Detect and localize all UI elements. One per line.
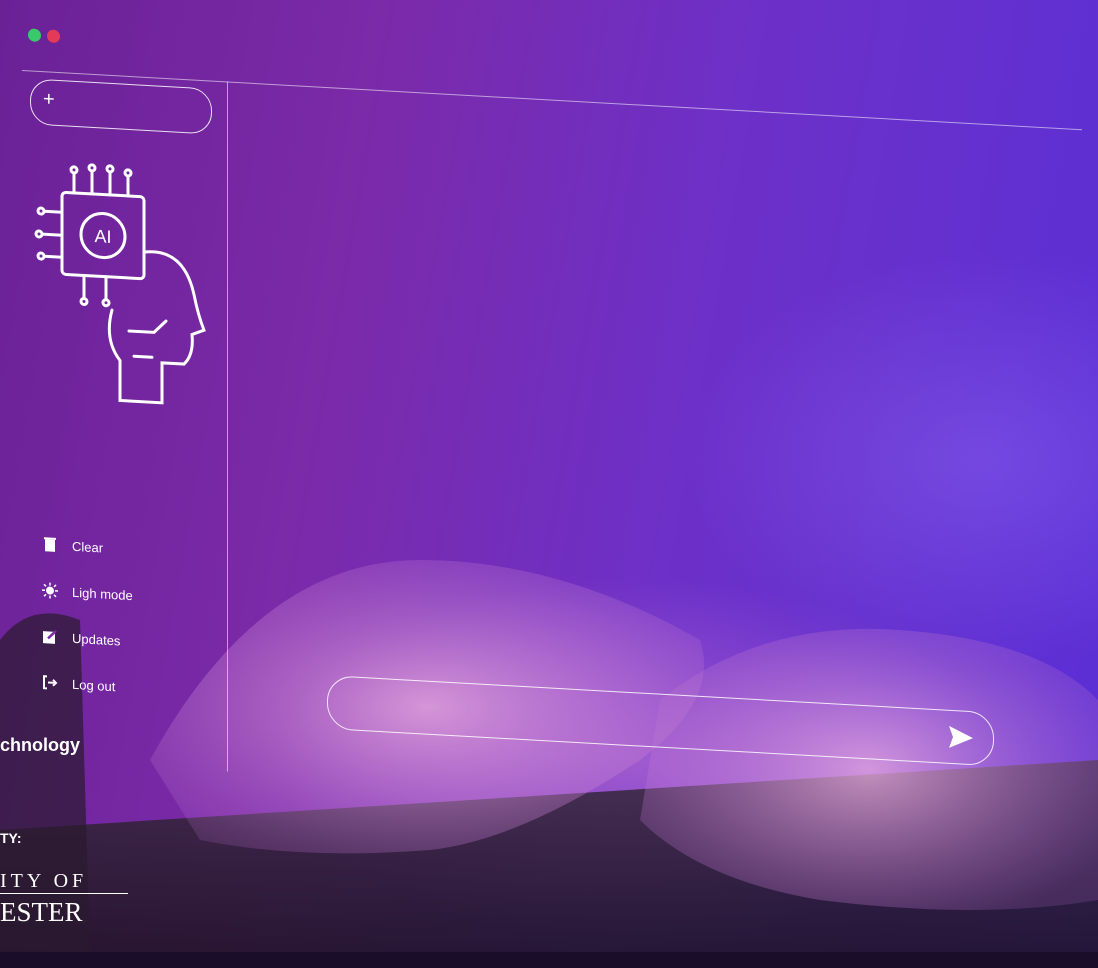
sidebar-item-label: Clear xyxy=(72,538,104,556)
sidebar-item-label: Updates xyxy=(72,630,121,649)
university-logo-divider xyxy=(0,893,128,894)
overlay-caption-text: chnology xyxy=(0,735,80,755)
overlay-caption-label: TY: xyxy=(0,830,22,846)
logout-icon xyxy=(43,675,58,690)
new-chat-button[interactable]: + xyxy=(30,78,212,135)
sun-icon xyxy=(42,582,58,599)
chat-app-window: + AI Clear Ligh mode Updates Log out xyxy=(22,8,1097,968)
chat-input-field[interactable] xyxy=(327,675,994,767)
university-logo-line2: ESTER xyxy=(0,897,83,927)
ai-chip-label: AI xyxy=(94,226,111,247)
sidebar-item-label: Log out xyxy=(72,676,116,694)
sidebar-item-updates[interactable]: Updates xyxy=(42,613,133,664)
university-logo-line1: ITY OF xyxy=(0,870,88,892)
edit-icon xyxy=(43,629,57,644)
window-control-red-dot[interactable] xyxy=(47,29,60,44)
sidebar-item-clear[interactable]: Clear xyxy=(42,521,133,572)
send-icon[interactable] xyxy=(947,724,975,752)
sidebar-menu: Clear Ligh mode Updates Log out xyxy=(42,521,133,710)
sidebar-item-light-mode[interactable]: Ligh mode xyxy=(42,567,133,618)
sidebar-item-label: Ligh mode xyxy=(72,584,133,603)
plus-icon: + xyxy=(43,88,55,111)
ai-head-chip-icon: AI xyxy=(34,163,206,405)
trash-icon xyxy=(44,537,56,552)
window-control-green-dot[interactable] xyxy=(28,28,41,43)
sidebar: + AI Clear Ligh mode Updates Log out xyxy=(22,70,228,772)
sidebar-item-log-out[interactable]: Log out xyxy=(42,659,133,710)
